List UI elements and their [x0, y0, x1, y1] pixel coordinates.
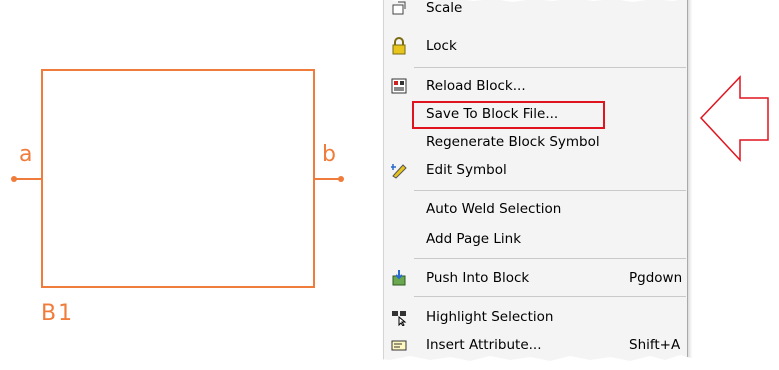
push-into-block-icon [390, 269, 408, 287]
annotation-arrow [699, 75, 769, 162]
menu-item-label: Add Page Link [426, 231, 522, 247]
menu-item-label: Highlight Selection [426, 309, 554, 325]
menu-item-lock[interactable]: Lock [384, 32, 687, 60]
menu-separator [414, 67, 686, 68]
context-menu[interactable]: Scale Lock Reload Block... Save To Block… [383, 0, 688, 368]
port-left-label: a [19, 142, 32, 167]
block-name-label: B1 [41, 301, 74, 326]
menu-separator [414, 296, 686, 297]
annotation-highlight-box [412, 101, 605, 129]
menu-item-reload-block[interactable]: Reload Block... [384, 72, 687, 100]
lock-icon [390, 37, 408, 55]
menu-item-add-page-link[interactable]: Add Page Link [384, 225, 687, 253]
menu-item-label: Push Into Block [426, 270, 530, 286]
menu-item-edit-symbol[interactable]: Edit Symbol [384, 156, 687, 184]
block-outline[interactable] [41, 69, 315, 288]
menu-item-label: Regenerate Block Symbol [426, 134, 600, 150]
menu-separator [414, 258, 686, 259]
menu-separator [414, 190, 686, 191]
reload-block-icon [390, 77, 408, 95]
menu-item-label: Lock [426, 38, 457, 54]
port-right-dot[interactable] [338, 176, 344, 182]
port-right-label: b [322, 142, 336, 167]
menu-item-auto-weld-selection[interactable]: Auto Weld Selection [384, 195, 687, 223]
menu-item-shortcut: Pgdown [629, 270, 683, 286]
menu-item-highlight-selection[interactable]: Highlight Selection [384, 303, 687, 331]
block-symbol[interactable]: a b B1 [11, 69, 344, 326]
menu-item-push-into-block[interactable]: Push Into Block Pgdown [384, 264, 687, 292]
menu-item-label: Reload Block... [426, 78, 526, 94]
torn-edge-top [390, 0, 703, 2]
port-left-dot[interactable] [11, 176, 17, 182]
highlight-selection-icon [390, 308, 408, 327]
menu-item-label: Auto Weld Selection [426, 201, 562, 217]
torn-edge-bottom [370, 355, 710, 370]
menu-item-regenerate-block-symbol[interactable]: Regenerate Block Symbol [384, 128, 687, 156]
menu-item-label: Edit Symbol [426, 162, 507, 178]
edit-symbol-icon [390, 161, 408, 179]
